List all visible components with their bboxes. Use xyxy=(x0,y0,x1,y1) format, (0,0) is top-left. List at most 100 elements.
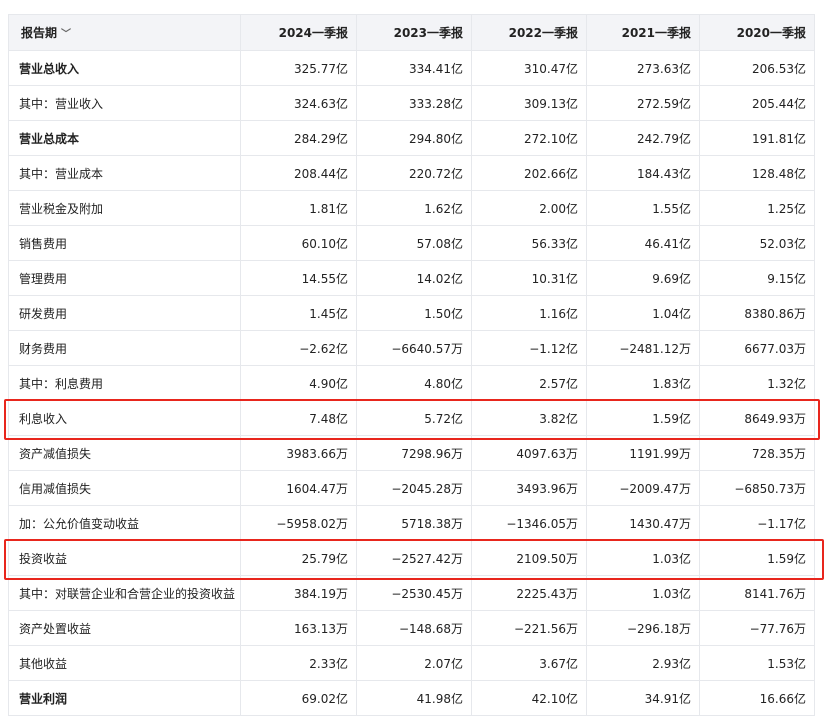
table-cell: −148.68万 xyxy=(356,610,472,646)
column-header: 2023一季报 xyxy=(356,14,472,51)
table-cell: 1.53亿 xyxy=(699,645,815,681)
table-cell: 163.13万 xyxy=(240,610,357,646)
table-cell: 2.33亿 xyxy=(240,645,357,681)
row-label: 其中：利息费用 xyxy=(8,365,241,401)
table-cell: 220.72亿 xyxy=(356,155,472,191)
table-row: 其中：利息费用 4.90亿 4.80亿 2.57亿 1.83亿 1.32亿 xyxy=(8,365,815,401)
table-cell: 728.35万 xyxy=(699,435,815,471)
table-cell: 14.02亿 xyxy=(356,260,472,296)
table-row: 其中：营业收入 324.63亿 333.28亿 309.13亿 272.59亿 205.4… xyxy=(8,85,815,121)
table-cell: 1191.99万 xyxy=(586,435,700,471)
table-cell: 4097.63万 xyxy=(471,435,587,471)
row-label: 利息收入 xyxy=(8,400,241,436)
row-label: 管理费用 xyxy=(8,260,241,296)
table-cell: 3.82亿 xyxy=(471,400,587,436)
table-cell: 1.62亿 xyxy=(356,190,472,226)
table-row: 其中：对联营企业和合营企业的投资收益 384.19万 −2530.45万 2225.4… xyxy=(8,575,815,611)
column-header: 2021一季报 xyxy=(586,14,700,51)
table-cell: 2.93亿 xyxy=(586,645,700,681)
row-label: 资产处置收益 xyxy=(8,610,241,646)
table-cell: 34.91亿 xyxy=(586,680,700,716)
table-row: 管理费用 14.55亿 14.02亿 10.31亿 9.69亿 9.15亿 xyxy=(8,260,815,296)
table-cell: −2481.12万 xyxy=(586,330,700,366)
table-cell: 1.04亿 xyxy=(586,295,700,331)
table-cell: 1430.47万 xyxy=(586,505,700,541)
table-cell: 333.28亿 xyxy=(356,85,472,121)
table-cell: 3983.66万 xyxy=(240,435,357,471)
row-label: 营业总成本 xyxy=(8,120,241,156)
table-row: 财务费用 −2.62亿 −6640.57万 −1.12亿 −2481.12万 6677.0… xyxy=(8,330,815,366)
table-cell: 272.10亿 xyxy=(471,120,587,156)
column-header: 2020一季报 xyxy=(699,14,815,51)
table-cell: 52.03亿 xyxy=(699,225,815,261)
table-cell: 2.07亿 xyxy=(356,645,472,681)
row-label: 投资收益 xyxy=(8,540,241,576)
row-label: 营业总收入 xyxy=(8,50,241,86)
table-cell: 1604.47万 xyxy=(240,470,357,506)
table-row: 投资收益 25.79亿 −2527.42万 2109.50万 1.03亿 1.59亿 xyxy=(8,540,815,576)
table-cell: 128.48亿 xyxy=(699,155,815,191)
row-label: 财务费用 xyxy=(8,330,241,366)
table-cell: 272.59亿 xyxy=(586,85,700,121)
table-cell: 310.47亿 xyxy=(471,50,587,86)
chevron-down-icon: ﹀ xyxy=(61,29,72,40)
table-cell: 25.79亿 xyxy=(240,540,357,576)
table-cell: 7.48亿 xyxy=(240,400,357,436)
table-cell: 309.13亿 xyxy=(471,85,587,121)
row-label: 资产减值损失 xyxy=(8,435,241,471)
row-label: 加：公允价值变动收益 xyxy=(8,505,241,541)
row-label: 其他收益 xyxy=(8,645,241,681)
table-cell: 206.53亿 xyxy=(699,50,815,86)
table-cell: −1.12亿 xyxy=(471,330,587,366)
table-cell: −6850.73万 xyxy=(699,470,815,506)
table-cell: −77.76万 xyxy=(699,610,815,646)
table-cell: 334.41亿 xyxy=(356,50,472,86)
table-cell: 1.59亿 xyxy=(699,540,815,576)
table-row: 资产处置收益 163.13万 −148.68万 −221.56万 −296.18万 −77… xyxy=(8,610,815,646)
table-cell: 5.72亿 xyxy=(356,400,472,436)
table-cell: 202.66亿 xyxy=(471,155,587,191)
table-row: 加：公允价值变动收益 −5958.02万 5718.38万 −1346.05万 1430… xyxy=(8,505,815,541)
period-label: 报告期 xyxy=(21,26,58,40)
table-cell: −221.56万 xyxy=(471,610,587,646)
table-cell: 42.10亿 xyxy=(471,680,587,716)
table-cell: 8141.76万 xyxy=(699,575,815,611)
table-cell: 1.03亿 xyxy=(586,540,700,576)
table-row: 资产减值损失 3983.66万 7298.96万 4097.63万 1191.99万 72… xyxy=(8,435,815,471)
table-cell: 3493.96万 xyxy=(471,470,587,506)
table-cell: 8649.93万 xyxy=(699,400,815,436)
table-cell: 10.31亿 xyxy=(471,260,587,296)
table-cell: 205.44亿 xyxy=(699,85,815,121)
row-label: 其中：营业收入 xyxy=(8,85,241,121)
table-cell: 1.03亿 xyxy=(586,575,700,611)
row-label: 营业利润 xyxy=(8,680,241,716)
table-cell: 184.43亿 xyxy=(586,155,700,191)
table-cell: −2009.47万 xyxy=(586,470,700,506)
period-selector[interactable]: 报告期 ﹀ xyxy=(8,14,241,51)
column-header: 2022一季报 xyxy=(471,14,587,51)
table-cell: 41.98亿 xyxy=(356,680,472,716)
table-cell: 294.80亿 xyxy=(356,120,472,156)
table-cell: 384.19万 xyxy=(240,575,357,611)
row-label: 其中：对联营企业和合营企业的投资收益 xyxy=(8,575,241,611)
table-cell: 56.33亿 xyxy=(471,225,587,261)
table-cell: −296.18万 xyxy=(586,610,700,646)
table-cell: −2045.28万 xyxy=(356,470,472,506)
income-statement-table: 报告期 ﹀ 2024一季报 2023一季报 2022一季报 2021一季报 202… xyxy=(8,14,815,716)
table-row: 营业总收入 325.77亿 334.41亿 310.47亿 273.63亿 206.53亿 xyxy=(8,50,815,86)
table-cell: −2527.42万 xyxy=(356,540,472,576)
table-cell: 5718.38万 xyxy=(356,505,472,541)
table-cell: 1.32亿 xyxy=(699,365,815,401)
table-cell: 46.41亿 xyxy=(586,225,700,261)
table-cell: 6677.03万 xyxy=(699,330,815,366)
table-cell: 325.77亿 xyxy=(240,50,357,86)
table-row: 营业利润 69.02亿 41.98亿 42.10亿 34.91亿 16.66亿 xyxy=(8,680,815,716)
row-label: 营业税金及附加 xyxy=(8,190,241,226)
table-row: 销售费用 60.10亿 57.08亿 56.33亿 46.41亿 52.03亿 xyxy=(8,225,815,261)
table-cell: 1.50亿 xyxy=(356,295,472,331)
table-cell: −1346.05万 xyxy=(471,505,587,541)
table-cell: 3.67亿 xyxy=(471,645,587,681)
row-label: 信用减值损失 xyxy=(8,470,241,506)
table-cell: 7298.96万 xyxy=(356,435,472,471)
table-cell: −1.17亿 xyxy=(699,505,815,541)
